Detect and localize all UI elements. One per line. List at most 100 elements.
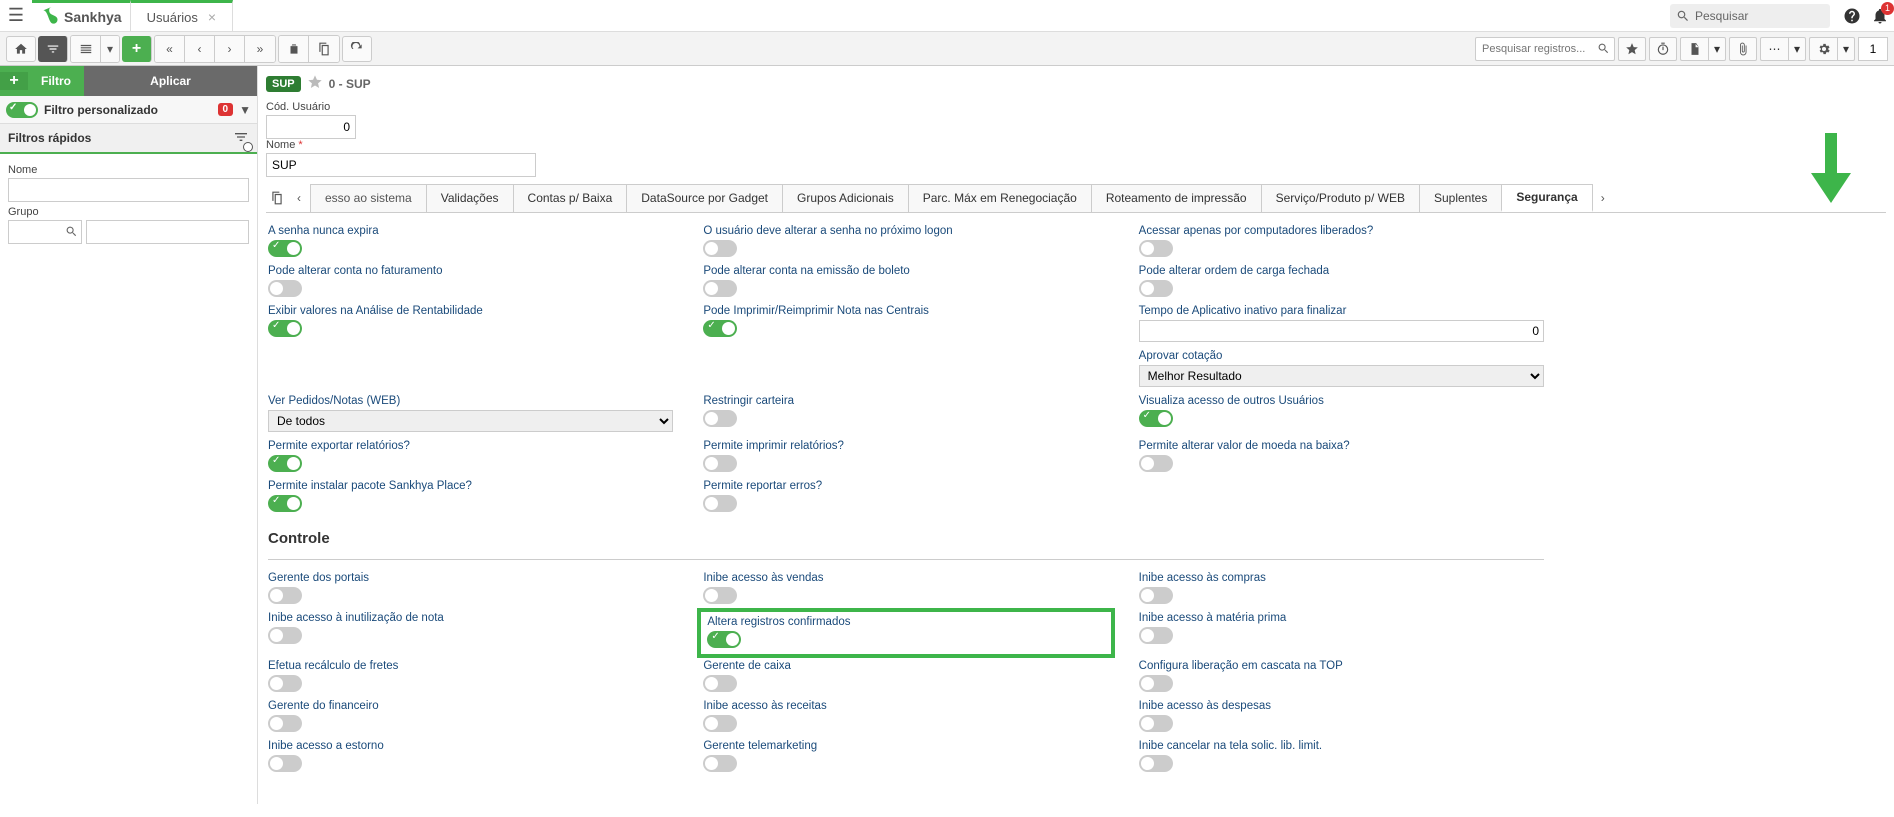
toggle-alterar-conta-boleto[interactable]: [703, 280, 737, 297]
grid-view-button[interactable]: [71, 36, 101, 62]
refresh-button[interactable]: [342, 36, 372, 62]
first-button[interactable]: «: [155, 36, 185, 62]
next-button[interactable]: ›: [215, 36, 245, 62]
toggle-inibe-compras[interactable]: [1139, 587, 1173, 604]
toggle-liberacao-cascata[interactable]: [1139, 675, 1173, 692]
brand-logo[interactable]: Sankhya: [32, 0, 131, 31]
toggle-instalar-sankhya-place[interactable]: [268, 495, 302, 512]
toggle-altera-registros-confirmados[interactable]: [707, 631, 741, 648]
setting-label: A senha nunca expira: [268, 225, 673, 237]
tab-roteamento[interactable]: Roteamento de impressão: [1091, 184, 1262, 212]
select-aprovar-cotacao[interactable]: Melhor Resultado: [1139, 365, 1544, 387]
custom-filter-row[interactable]: Filtro personalizado 0 ▼: [0, 96, 257, 124]
input-tempo-inativo[interactable]: [1139, 320, 1544, 342]
export-dropdown-button[interactable]: ▾: [1708, 37, 1726, 61]
toggle-alterar-senha-logon[interactable]: [703, 240, 737, 257]
tab-contas-baixa[interactable]: Contas p/ Baixa: [513, 184, 628, 212]
notifications-button[interactable]: 1: [1866, 2, 1894, 30]
last-button[interactable]: »: [245, 36, 275, 62]
more-button[interactable]: ⋯: [1760, 37, 1788, 61]
menu-hamburger-icon[interactable]: ☰: [0, 0, 32, 32]
apply-button[interactable]: Aplicar: [84, 66, 257, 96]
tab-validacoes[interactable]: Validações: [426, 184, 514, 212]
toggle-alterar-ordem-carga[interactable]: [1139, 280, 1173, 297]
toggle-imprimir-relatorios[interactable]: [703, 455, 737, 472]
custom-filter-toggle[interactable]: [6, 102, 38, 118]
toggle-inibe-estorno[interactable]: [268, 755, 302, 772]
tab-datasource-gadget[interactable]: DataSource por Gadget: [626, 184, 783, 212]
tabs-next-button[interactable]: ›: [1592, 184, 1614, 212]
delete-button[interactable]: [279, 36, 309, 62]
toggle-recalculo-fretes[interactable]: [268, 675, 302, 692]
toggle-reportar-erros[interactable]: [703, 495, 737, 512]
tab-grupos-adicionais[interactable]: Grupos Adicionais: [782, 184, 909, 212]
toggle-gerente-financeiro[interactable]: [268, 715, 302, 732]
filter-toggle-button[interactable]: [38, 36, 68, 62]
tab-suplentes[interactable]: Suplentes: [1419, 184, 1502, 212]
copy-icon[interactable]: [266, 184, 288, 212]
settings-dropdown-button[interactable]: ▾: [1837, 37, 1855, 61]
toggle-visualiza-acesso[interactable]: [1139, 410, 1173, 427]
cod-input[interactable]: [266, 115, 356, 139]
toggle-gerente-portais[interactable]: [268, 587, 302, 604]
record-search-input[interactable]: [1475, 37, 1615, 61]
home-button[interactable]: [6, 36, 36, 62]
controle-section-title: Controle: [268, 530, 1544, 547]
setting-label: Visualiza acesso de outros Usuários: [1139, 395, 1544, 407]
help-button[interactable]: [1838, 2, 1866, 30]
tab-servico-produto[interactable]: Serviço/Produto p/ WEB: [1261, 184, 1420, 212]
add-record-button[interactable]: +: [122, 36, 152, 62]
global-search-input[interactable]: Pesquisar: [1670, 4, 1830, 28]
duplicate-button[interactable]: [309, 36, 339, 62]
toggle-inibe-despesas[interactable]: [1139, 715, 1173, 732]
toggle-restringir-carteira[interactable]: [703, 410, 737, 427]
toggle-alterar-moeda[interactable]: [1139, 455, 1173, 472]
toggle-inibe-vendas[interactable]: [703, 587, 737, 604]
toggle-exportar-relatorios[interactable]: [268, 455, 302, 472]
toggle-computadores-liberados[interactable]: [1139, 240, 1173, 257]
view-mode-group: ▾: [70, 35, 120, 63]
timer-button[interactable]: [1649, 37, 1677, 61]
prev-button[interactable]: ‹: [185, 36, 215, 62]
tab-usuarios[interactable]: Usuários ×: [131, 0, 233, 31]
toggle-senha-nunca-expira[interactable]: [268, 240, 302, 257]
page-number-input[interactable]: [1858, 37, 1888, 61]
toggle-alterar-conta-fat[interactable]: [268, 280, 302, 297]
setting-label: Permite exportar relatórios?: [268, 440, 673, 452]
tab-acesso-sistema[interactable]: esso ao sistema: [310, 184, 427, 212]
toggle-gerente-caixa[interactable]: [703, 675, 737, 692]
setting-label: Permite instalar pacote Sankhya Place?: [268, 480, 673, 492]
nome-input[interactable]: [266, 153, 536, 177]
export-button[interactable]: [1680, 37, 1708, 61]
funnel-icon[interactable]: [233, 129, 249, 148]
nome-filter-input[interactable]: [8, 178, 249, 202]
record-chip: SUP: [266, 76, 301, 92]
chevron-down-icon[interactable]: ▼: [239, 103, 251, 117]
favorite-button[interactable]: [1618, 37, 1646, 61]
view-dropdown-button[interactable]: ▾: [101, 36, 119, 62]
more-dropdown-button[interactable]: ▾: [1788, 37, 1806, 61]
star-icon[interactable]: [307, 74, 323, 93]
close-icon[interactable]: ×: [208, 9, 216, 25]
setting-label: Inibe acesso à inutilização de nota: [268, 612, 673, 624]
toggle-exibir-rentabilidade[interactable]: [268, 320, 302, 337]
settings-button[interactable]: [1809, 37, 1837, 61]
tab-seguranca[interactable]: Segurança: [1501, 184, 1592, 212]
toggle-imprimir-nota[interactable]: [703, 320, 737, 337]
search-icon: [1676, 9, 1690, 23]
tabs-prev-button[interactable]: ‹: [288, 184, 310, 212]
select-ver-pedidos[interactable]: De todos: [268, 410, 673, 432]
attachment-button[interactable]: [1729, 37, 1757, 61]
search-icon: [1597, 42, 1610, 55]
record-search[interactable]: [1475, 37, 1615, 61]
record-toolbar: ▾ + « ‹ › » ▾ ⋯ ▾ ▾: [0, 32, 1894, 66]
toggle-inibe-cancelar-solic[interactable]: [1139, 755, 1173, 772]
setting-label: Inibe acesso às vendas: [703, 572, 1108, 584]
toggle-inibe-materia-prima[interactable]: [1139, 627, 1173, 644]
tab-parc-max[interactable]: Parc. Máx em Renegociação: [908, 184, 1092, 212]
grupo-desc-input[interactable]: [86, 220, 249, 244]
toggle-gerente-telemarketing[interactable]: [703, 755, 737, 772]
toggle-inibe-inutilizacao[interactable]: [268, 627, 302, 644]
filter-button[interactable]: + Filtro: [0, 66, 84, 96]
toggle-inibe-receitas[interactable]: [703, 715, 737, 732]
